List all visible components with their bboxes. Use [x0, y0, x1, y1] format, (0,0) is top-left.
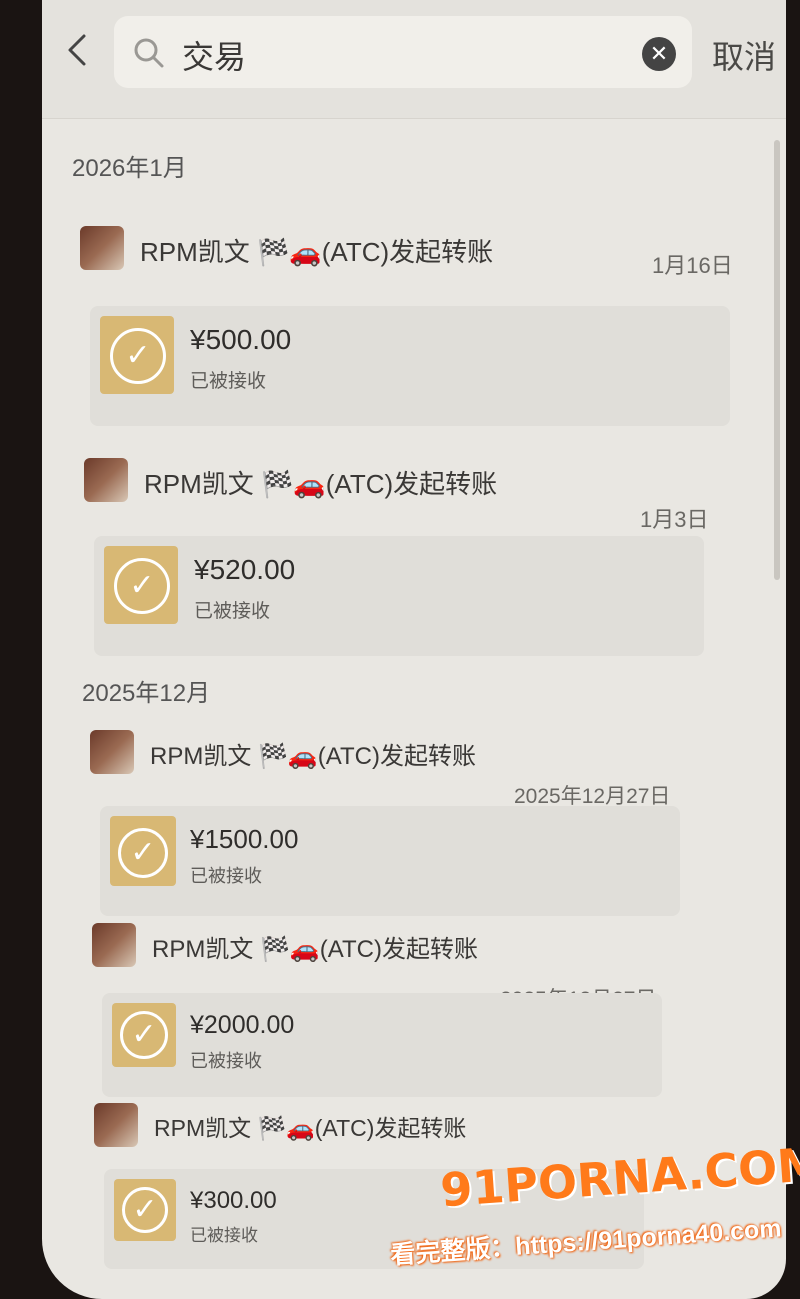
search-input[interactable]: 交易 ✕	[114, 16, 692, 88]
search-header: 交易 ✕ 取消	[42, 0, 786, 119]
scrollbar[interactable]	[774, 140, 780, 580]
transaction-date: 1月3日	[640, 507, 709, 532]
watermark-url: 看完整版：https://91porna40.com	[389, 1214, 783, 1270]
check-icon: ✓	[122, 1187, 168, 1233]
transfer-badge: ✓	[104, 546, 178, 624]
avatar	[94, 1103, 138, 1147]
transfer-amount: ¥1500.00	[190, 824, 299, 854]
check-icon: ✓	[110, 328, 166, 384]
transaction-title: RPM凯文 🏁🚗(ATC)发起转账	[152, 936, 478, 963]
watermark: 91PORNA.COM 看完整版：https://91porna40.com	[380, 1137, 800, 1280]
avatar	[84, 458, 128, 502]
search-query[interactable]: 交易	[182, 32, 246, 78]
check-icon: ✓	[118, 828, 168, 878]
transfer-card[interactable]: ✓ ¥2000.00 已被接收	[102, 993, 662, 1097]
transfer-amount: ¥2000.00	[190, 1011, 295, 1039]
check-icon: ✓	[114, 558, 170, 614]
transfer-badge: ✓	[112, 1003, 176, 1067]
transfer-status: 已被接收	[190, 1226, 258, 1245]
clear-icon[interactable]: ✕	[642, 37, 676, 71]
transaction-date: 1月16日	[652, 253, 733, 278]
transfer-status: 已被接收	[194, 601, 271, 622]
phone-screen: 交易 ✕ 取消 2026年1月 RPM凯文 🏁🚗(ATC)发起转账 1月16日 …	[42, 0, 786, 1299]
transaction-title: RPM凯文 🏁🚗(ATC)发起转账	[140, 237, 494, 267]
transfer-card[interactable]: ✓ ¥1500.00 已被接收	[100, 806, 680, 916]
transfer-badge: ✓	[100, 316, 174, 394]
avatar	[80, 226, 124, 270]
transfer-amount: ¥520.00	[194, 554, 296, 585]
watermark-logo: 91PORNA.COM	[438, 1136, 800, 1218]
search-icon	[134, 38, 164, 68]
transaction-title: RPM凯文 🏁🚗(ATC)发起转账	[154, 1115, 467, 1141]
transfer-card[interactable]: ✓ ¥500.00 已被接收	[90, 306, 730, 426]
transfer-amount: ¥500.00	[190, 324, 292, 355]
avatar	[92, 923, 136, 967]
cancel-button[interactable]: 取消	[712, 32, 776, 78]
avatar	[90, 730, 134, 774]
transfer-amount: ¥300.00	[190, 1187, 277, 1214]
transfer-badge: ✓	[110, 816, 176, 886]
month-header: 2026年1月	[72, 155, 187, 182]
transfer-status: 已被接收	[190, 866, 262, 886]
check-icon: ✓	[120, 1011, 168, 1059]
transaction-title: RPM凯文 🏁🚗(ATC)发起转账	[144, 469, 498, 499]
month-header: 2025年12月	[82, 680, 211, 707]
transfer-status: 已被接收	[190, 1051, 262, 1071]
transfer-card[interactable]: ✓ ¥520.00 已被接收	[94, 536, 704, 656]
transaction-title: RPM凯文 🏁🚗(ATC)发起转账	[150, 743, 476, 770]
transfer-status: 已被接收	[190, 371, 267, 392]
transfer-badge: ✓	[114, 1179, 176, 1241]
back-arrow-icon[interactable]	[62, 30, 92, 70]
